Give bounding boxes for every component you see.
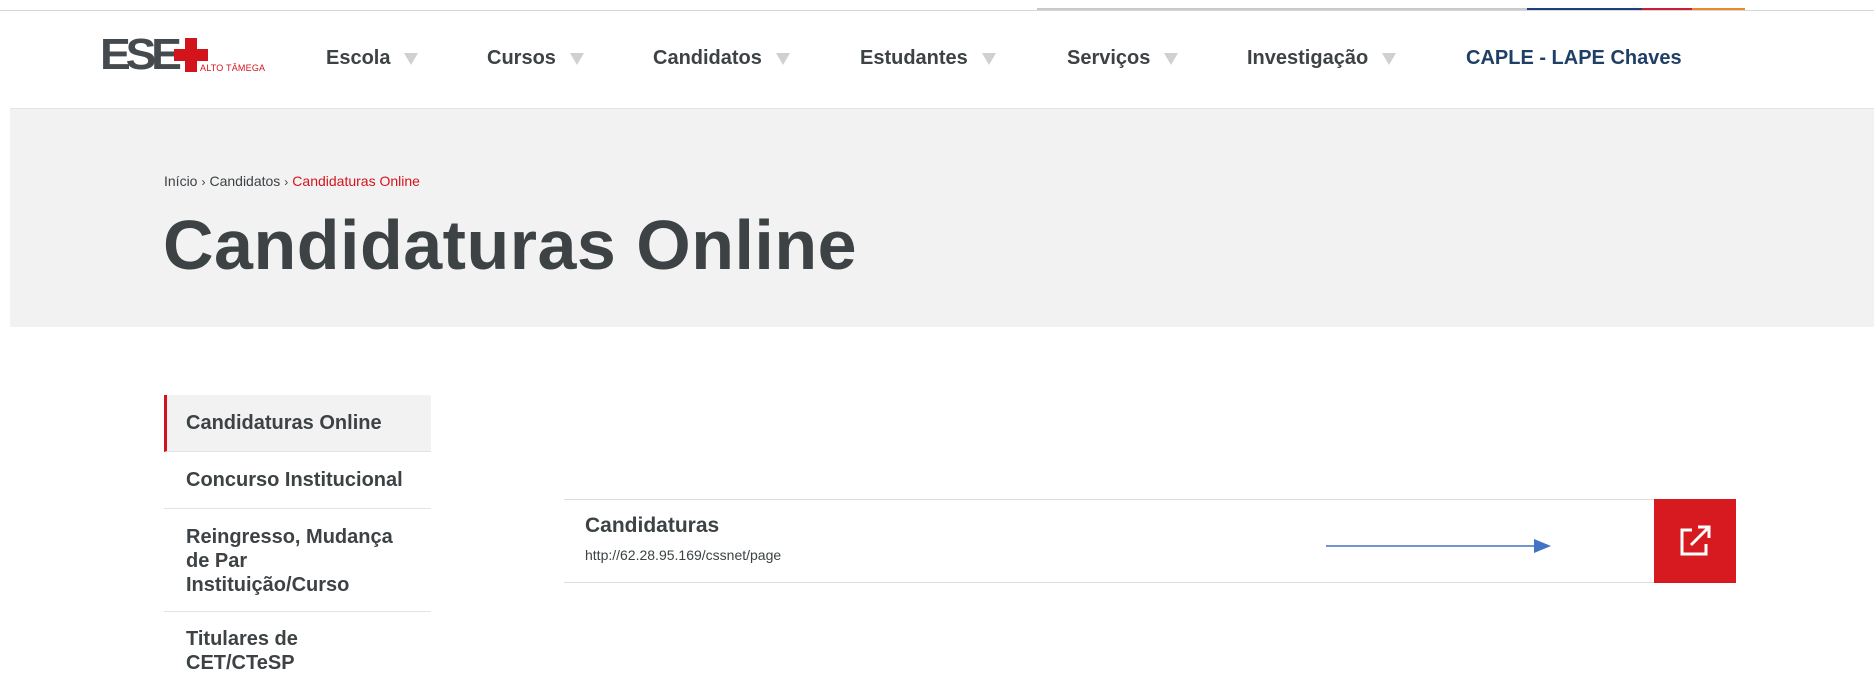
sidebar-item-label: Concurso Institucional — [186, 469, 403, 491]
caret-down-icon — [775, 52, 790, 65]
link-title: Candidaturas — [585, 514, 720, 537]
nav-item-estudantes[interactable]: Estudantes — [860, 47, 996, 70]
caret-down-icon — [404, 52, 419, 65]
external-link-icon — [1680, 525, 1711, 556]
nav-item-label: Estudantes — [860, 47, 968, 69]
breadcrumb-home-link[interactable]: Início — [164, 173, 197, 189]
sidebar-nav: Candidaturas Online Concurso Institucion… — [164, 395, 431, 675]
sidebar-item-label: Reingresso, Mudança de Par Instituição/C… — [186, 526, 393, 596]
caret-down-icon — [1382, 52, 1397, 65]
nav-item-caple[interactable]: CAPLE - LAPE Chaves — [1466, 47, 1682, 70]
nav-item-investigacao[interactable]: Investigação — [1247, 47, 1397, 70]
top-accent-bar — [1527, 8, 1642, 10]
top-accent-bar — [1692, 8, 1745, 10]
top-accent-bar — [1642, 8, 1692, 10]
breadcrumb-parent-link[interactable]: Candidatos — [209, 173, 280, 189]
nav-item-candidatos[interactable]: Candidatos — [653, 47, 790, 70]
page-hero: Início › Candidatos › Candidaturas Online Ca… — [10, 108, 1874, 327]
page-title: Candidaturas Online — [163, 206, 858, 284]
sidebar-item-titulares-cet[interactable]: Titulares de CET/CTeSP — [164, 612, 431, 675]
nav-item-escola[interactable]: Escola — [326, 47, 419, 70]
nav-item-servicos[interactable]: Serviços — [1067, 47, 1179, 70]
sidebar-item-label: Candidaturas Online — [186, 412, 382, 434]
nav-item-label: Investigação — [1247, 47, 1369, 69]
link-url[interactable]: http://62.28.95.169/cssnet/page — [585, 547, 781, 563]
breadcrumb-separator: › — [284, 175, 289, 189]
caret-down-icon — [1164, 52, 1179, 65]
nav-item-label: Candidatos — [653, 47, 762, 69]
breadcrumb-current: Candidaturas Online — [292, 173, 420, 189]
link-card[interactable]: Candidaturas http://62.28.95.169/cssnet/… — [564, 499, 1734, 583]
caret-down-icon — [981, 52, 996, 65]
page: ESE ALTO TÂMEGA Escola Cursos Candidatos… — [0, 0, 1874, 679]
sidebar-item-concurso-institucional[interactable]: Concurso Institucional — [164, 452, 431, 509]
top-accent-bar — [1037, 8, 1527, 10]
nav-item-label: Serviços — [1067, 47, 1151, 69]
nav-item-label: CAPLE - LAPE Chaves — [1466, 47, 1682, 69]
breadcrumb: Início › Candidatos › Candidaturas Online — [164, 173, 420, 189]
nav-item-cursos[interactable]: Cursos — [487, 47, 584, 70]
sidebar-item-reingresso[interactable]: Reingresso, Mudança de Par Instituição/C… — [164, 509, 431, 612]
open-external-link-button[interactable] — [1654, 499, 1736, 583]
nav-item-label: Cursos — [487, 47, 556, 69]
main-nav: Escola Cursos Candidatos Estudantes Serv… — [0, 11, 1874, 108]
sidebar-item-label: Titulares de CET/CTeSP — [186, 628, 298, 674]
annotation-arrow — [1326, 539, 1551, 553]
site-header: ESE ALTO TÂMEGA Escola Cursos Candidatos… — [0, 11, 1874, 108]
sidebar-item-candidaturas-online[interactable]: Candidaturas Online — [164, 395, 431, 452]
breadcrumb-separator: › — [201, 175, 206, 189]
caret-down-icon — [569, 52, 584, 65]
nav-item-label: Escola — [326, 47, 391, 69]
